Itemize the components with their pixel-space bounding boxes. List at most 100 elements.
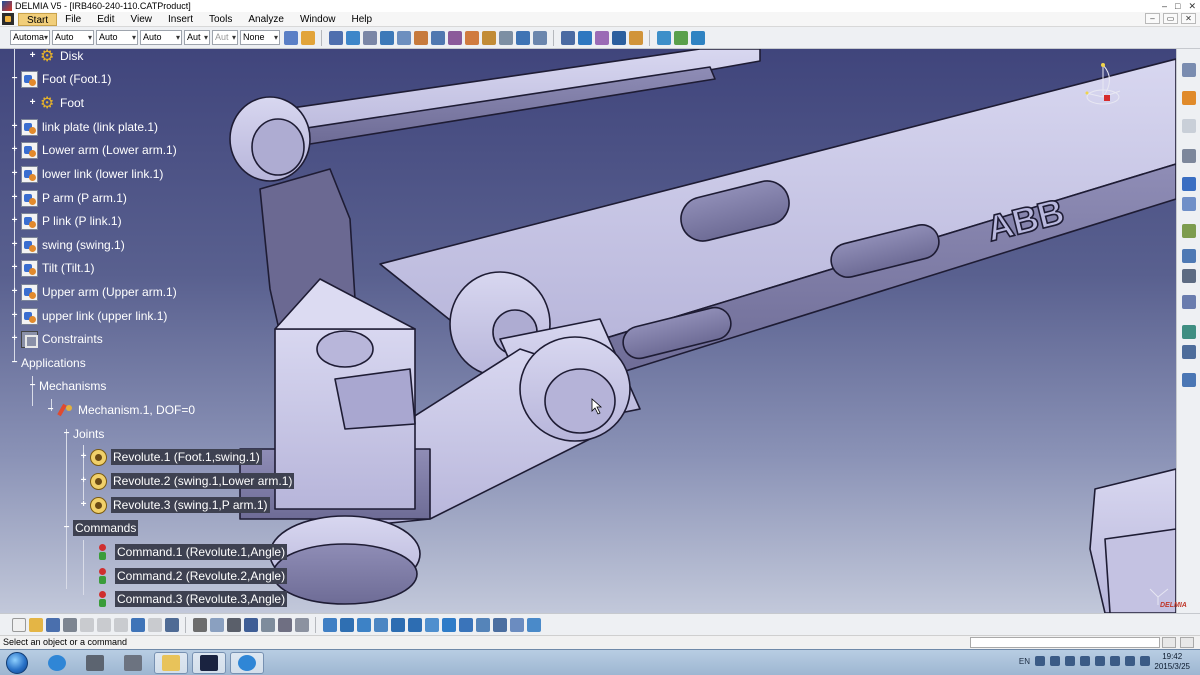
pan-icon[interactable] [1182, 197, 1196, 211]
measure-tool-icon[interactable] [277, 617, 292, 632]
cable-joint-icon[interactable] [498, 30, 513, 45]
menu-help[interactable]: Help [344, 13, 381, 26]
rotate-view-icon[interactable] [373, 617, 388, 632]
speeds-accelerations-icon[interactable] [594, 30, 609, 45]
tree-node-swing[interactable]: + swing (swing.1) [10, 235, 125, 255]
sensor-icon[interactable] [673, 30, 688, 45]
collapse-icon[interactable]: − [10, 73, 19, 84]
constraint-icon[interactable] [328, 30, 343, 45]
expand-icon[interactable]: + [10, 168, 19, 179]
catalog-icon[interactable] [226, 617, 241, 632]
table-icon[interactable] [243, 617, 258, 632]
formula-icon[interactable] [192, 617, 207, 632]
doc-restore-button[interactable]: ▭ [1163, 13, 1178, 24]
expand-icon[interactable]: + [10, 192, 19, 203]
network-tray-icon[interactable] [1050, 656, 1060, 666]
security-tray-icon[interactable] [1110, 656, 1120, 666]
revolute-joint-tool-icon[interactable] [345, 30, 360, 45]
collapse-icon[interactable]: − [28, 380, 37, 391]
tree-node-command-1[interactable]: Command.1 (Revolute.1,Angle) [94, 542, 288, 562]
view-icon[interactable] [294, 617, 309, 632]
tree-node-disk[interactable]: + Disk [28, 49, 84, 66]
prismatic-joint-icon[interactable] [362, 30, 377, 45]
measure-icon[interactable] [656, 30, 671, 45]
color-combo[interactable]: Automa [10, 30, 50, 45]
cut-icon[interactable] [79, 617, 94, 632]
section-icon[interactable] [1182, 345, 1196, 359]
taskbar-media[interactable] [78, 652, 112, 674]
tree-node-foot-instance[interactable]: − Foot (Foot.1) [10, 69, 111, 89]
undo-icon[interactable] [130, 617, 145, 632]
layer-combo[interactable]: None [240, 30, 280, 45]
materials-icon[interactable] [526, 617, 541, 632]
taskbar-clock[interactable]: 19:42 2015/3/25 [1154, 652, 1190, 672]
maximize-button[interactable]: □ [1175, 1, 1180, 12]
expand-icon[interactable]: + [79, 499, 88, 510]
settings-tray-icon[interactable] [1080, 656, 1090, 666]
normal-view-icon[interactable] [424, 617, 439, 632]
spherical-joint-icon[interactable] [430, 30, 445, 45]
doc-close-button[interactable]: ✕ [1181, 13, 1196, 24]
collapse-icon[interactable]: − [46, 404, 55, 415]
expand-icon[interactable]: + [10, 144, 19, 155]
knowledge-icon[interactable] [260, 617, 275, 632]
tree-node-link-plate[interactable]: + link plate (link plate.1) [10, 117, 158, 137]
expand-icon[interactable]: + [28, 97, 37, 108]
volume-tray-icon[interactable] [1125, 656, 1135, 666]
tree-node-constraints[interactable]: + Constraints [10, 329, 103, 349]
input-tray-icon[interactable] [1065, 656, 1075, 666]
expand-icon[interactable]: + [10, 262, 19, 273]
tree-node-revolute-1[interactable]: + Revolute.1 (Foot.1,swing.1) [79, 447, 262, 467]
power-input-field[interactable] [970, 637, 1160, 648]
manipulate-icon[interactable] [1182, 269, 1196, 283]
sketch-icon[interactable] [1182, 63, 1196, 77]
simulation-icon[interactable] [628, 30, 643, 45]
line-type-combo[interactable]: Auto [140, 30, 182, 45]
select-icon[interactable] [1182, 91, 1196, 105]
tree-node-command-3[interactable]: Command.3 (Revolute.3,Angle) [94, 589, 288, 609]
fixed-part-icon[interactable] [560, 30, 575, 45]
expand-icon[interactable]: + [10, 215, 19, 226]
3d-viewport[interactable]: ABB + Disk − Foot (Foot.1) + Fo [0, 49, 1176, 613]
mechanism-analysis-icon[interactable] [611, 30, 626, 45]
zoom-out-icon[interactable] [407, 617, 422, 632]
print-icon[interactable] [62, 617, 77, 632]
hide-show-icon[interactable] [492, 617, 507, 632]
explode-icon[interactable] [1182, 295, 1196, 309]
zoom-in-icon[interactable] [390, 617, 405, 632]
paste-icon[interactable] [113, 617, 128, 632]
doc-minimize-button[interactable]: – [1145, 13, 1160, 24]
cylindrical-joint-icon[interactable] [379, 30, 394, 45]
collapse-icon[interactable]: − [62, 428, 71, 439]
menu-view[interactable]: View [122, 13, 160, 26]
tree-node-applications[interactable]: − Applications [10, 353, 86, 373]
swap-visible-space-icon[interactable] [509, 617, 524, 632]
tree-node-mechanism-1[interactable]: − Mechanism.1, DOF=0 [46, 400, 195, 420]
screw-joint-icon[interactable] [396, 30, 411, 45]
tree-node-revolute-2[interactable]: + Revolute.2 (swing.1,Lower arm.1) [79, 471, 295, 491]
edit-icon[interactable] [1182, 224, 1196, 238]
fit-all-icon[interactable] [339, 617, 354, 632]
clash-detection-icon[interactable] [1182, 325, 1196, 339]
taskbar-ie-2[interactable] [230, 652, 264, 674]
redo-icon[interactable] [147, 617, 162, 632]
expand-icon[interactable]: + [79, 451, 88, 462]
menu-start[interactable]: Start [18, 12, 58, 26]
tree-node-mechanisms[interactable]: − Mechanisms [28, 376, 107, 396]
tree-node-upper-arm[interactable]: + Upper arm (Upper arm.1) [10, 282, 177, 302]
expand-icon[interactable]: + [10, 121, 19, 132]
line-thickness-combo[interactable]: Auto [96, 30, 138, 45]
collapse-icon[interactable]: − [62, 522, 71, 533]
menu-file[interactable]: File [57, 13, 89, 26]
new-icon[interactable] [11, 617, 26, 632]
tree-node-lower-arm[interactable]: + Lower arm (Lower arm.1) [10, 140, 177, 160]
motor-block[interactable] [334, 368, 416, 430]
tree-node-revolute-3[interactable]: + Revolute.3 (swing.1,P arm.1) [79, 495, 270, 515]
menu-tools[interactable]: Tools [201, 13, 240, 26]
snap-icon[interactable] [1182, 249, 1196, 263]
search-icon[interactable] [1182, 149, 1196, 163]
taskbar-delmia[interactable] [192, 652, 226, 674]
gear-joint-icon[interactable] [464, 30, 479, 45]
tree-node-foot-part[interactable]: + Foot [28, 93, 84, 113]
expand-icon[interactable]: + [10, 239, 19, 250]
